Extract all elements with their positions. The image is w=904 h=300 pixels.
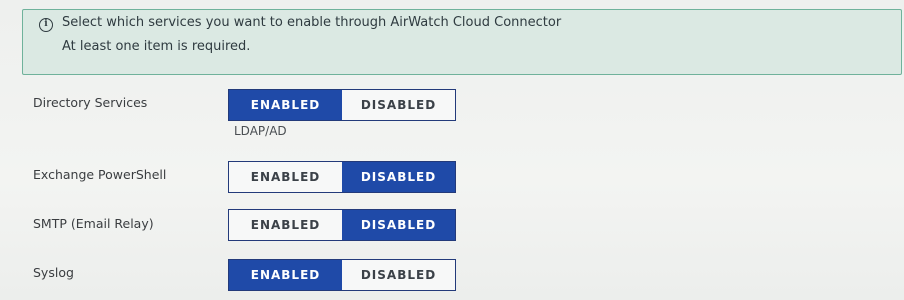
acc-services-panel: i Select which services you want to enab…: [0, 0, 904, 300]
info-icon: i: [39, 18, 53, 32]
smtp-email-relay-label: SMTP (Email Relay): [33, 216, 154, 231]
syslog-label: Syslog: [33, 265, 74, 280]
directory-services-label: Directory Services: [33, 95, 148, 110]
smtp-email-relay-disabled-button[interactable]: DISABLED: [342, 210, 455, 240]
syslog-enabled-button[interactable]: ENABLED: [229, 260, 342, 290]
directory-services-disabled-button[interactable]: DISABLED: [342, 90, 455, 120]
smtp-email-relay-enabled-button[interactable]: ENABLED: [229, 210, 342, 240]
directory-services-toggle: ENABLED DISABLED: [228, 89, 456, 121]
info-banner: i Select which services you want to enab…: [22, 9, 902, 75]
directory-services-sublabel: LDAP/AD: [234, 124, 287, 138]
syslog-toggle: ENABLED DISABLED: [228, 259, 456, 291]
directory-services-enabled-button[interactable]: ENABLED: [229, 90, 342, 120]
banner-requirement: At least one item is required.: [62, 39, 251, 54]
exchange-powershell-toggle: ENABLED DISABLED: [228, 161, 456, 193]
exchange-powershell-disabled-button[interactable]: DISABLED: [342, 162, 455, 192]
exchange-powershell-enabled-button[interactable]: ENABLED: [229, 162, 342, 192]
banner-message: Select which services you want to enable…: [62, 15, 562, 30]
exchange-powershell-label: Exchange PowerShell: [33, 167, 167, 182]
syslog-disabled-button[interactable]: DISABLED: [342, 260, 455, 290]
smtp-email-relay-toggle: ENABLED DISABLED: [228, 209, 456, 241]
